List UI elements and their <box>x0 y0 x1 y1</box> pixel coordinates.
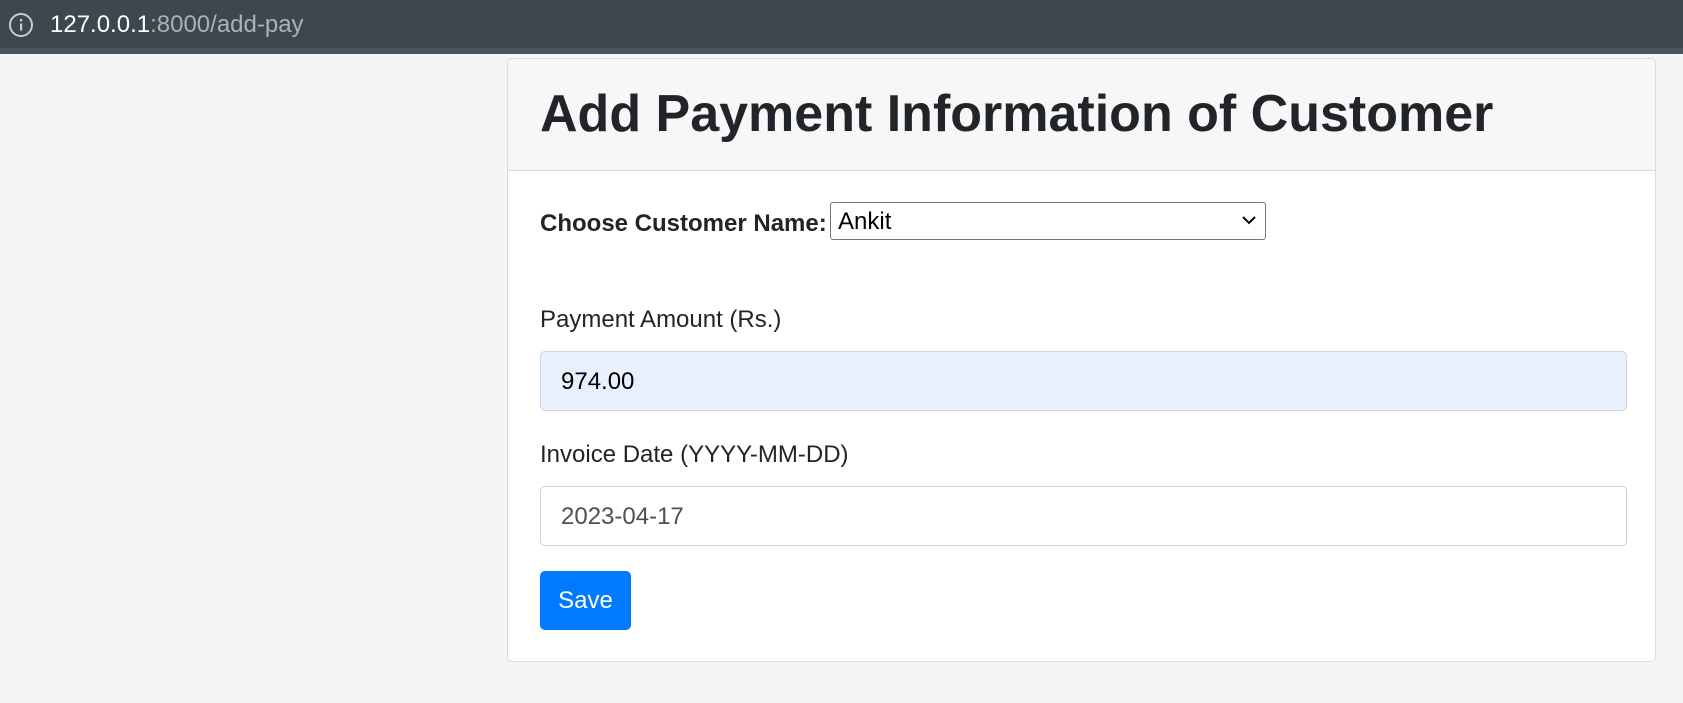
info-icon[interactable] <box>9 13 33 37</box>
customer-name-select[interactable]: Ankit <box>830 202 1266 240</box>
payment-amount-input[interactable]: 974.00 <box>540 351 1627 411</box>
url-field[interactable]: 127.0.0.1:8000/add-pay <box>50 10 304 40</box>
invoice-date-input[interactable]: 2023-04-17 <box>540 486 1627 546</box>
payment-amount-value: 974.00 <box>561 368 635 395</box>
customer-name-label: Choose Customer Name: <box>540 210 827 237</box>
card-header: Add Payment Information of Customer <box>508 59 1655 171</box>
invoice-date-value: 2023-04-17 <box>561 503 684 530</box>
url-path: :8000/add-pay <box>150 11 304 38</box>
save-button[interactable]: Save <box>540 571 631 630</box>
payment-form-card: Add Payment Information of Customer Choo… <box>507 58 1656 662</box>
browser-bar-divider <box>0 48 1683 54</box>
url-host: 127.0.0.1 <box>50 11 151 38</box>
customer-name-selected: Ankit <box>838 208 892 235</box>
chevron-down-icon <box>1242 216 1256 225</box>
invoice-date-label: Invoice Date (YYYY-MM-DD) <box>540 441 849 468</box>
page-title: Add Payment Information of Customer <box>540 85 1494 143</box>
browser-address-bar: 127.0.0.1:8000/add-pay <box>0 0 1683 54</box>
payment-amount-label: Payment Amount (Rs.) <box>540 306 782 333</box>
